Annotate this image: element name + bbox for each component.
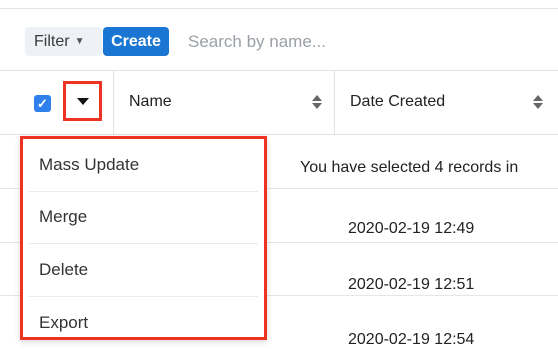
mass-actions-dropdown-button[interactable] [63, 81, 102, 121]
selection-message: You have selected 4 records in [300, 159, 518, 177]
filter-label: Filter [34, 33, 70, 51]
column-header-name[interactable]: Name [129, 93, 172, 111]
sort-icon[interactable] [312, 95, 322, 111]
chevron-down-icon: ▼ [75, 36, 85, 47]
create-button[interactable]: Create [103, 27, 169, 56]
menu-item-mass-update[interactable]: Mass Update [29, 139, 258, 192]
caret-down-icon [77, 98, 89, 105]
date-created-cell: 2020-02-19 12:51 [348, 276, 474, 294]
table-header: ✓ Name Date Created [0, 70, 558, 135]
list-toolbar: Filter ▼ Create [0, 9, 558, 70]
menu-item-merge[interactable]: Merge [29, 192, 258, 245]
column-divider [113, 71, 114, 135]
menu-item-delete[interactable]: Delete [29, 244, 258, 297]
menu-item-export[interactable]: Export [29, 297, 258, 349]
sort-icon[interactable] [533, 95, 543, 111]
date-created-cell: 2020-02-19 12:49 [348, 220, 474, 238]
search-input[interactable] [178, 27, 548, 56]
column-divider [334, 71, 335, 135]
select-all-checkbox[interactable]: ✓ [34, 95, 51, 112]
date-created-cell: 2020-02-19 12:54 [348, 331, 474, 349]
filter-button[interactable]: Filter ▼ [25, 27, 102, 56]
mass-actions-menu: Mass Update Merge Delete Export [20, 136, 267, 340]
column-header-date-created[interactable]: Date Created [350, 93, 445, 111]
